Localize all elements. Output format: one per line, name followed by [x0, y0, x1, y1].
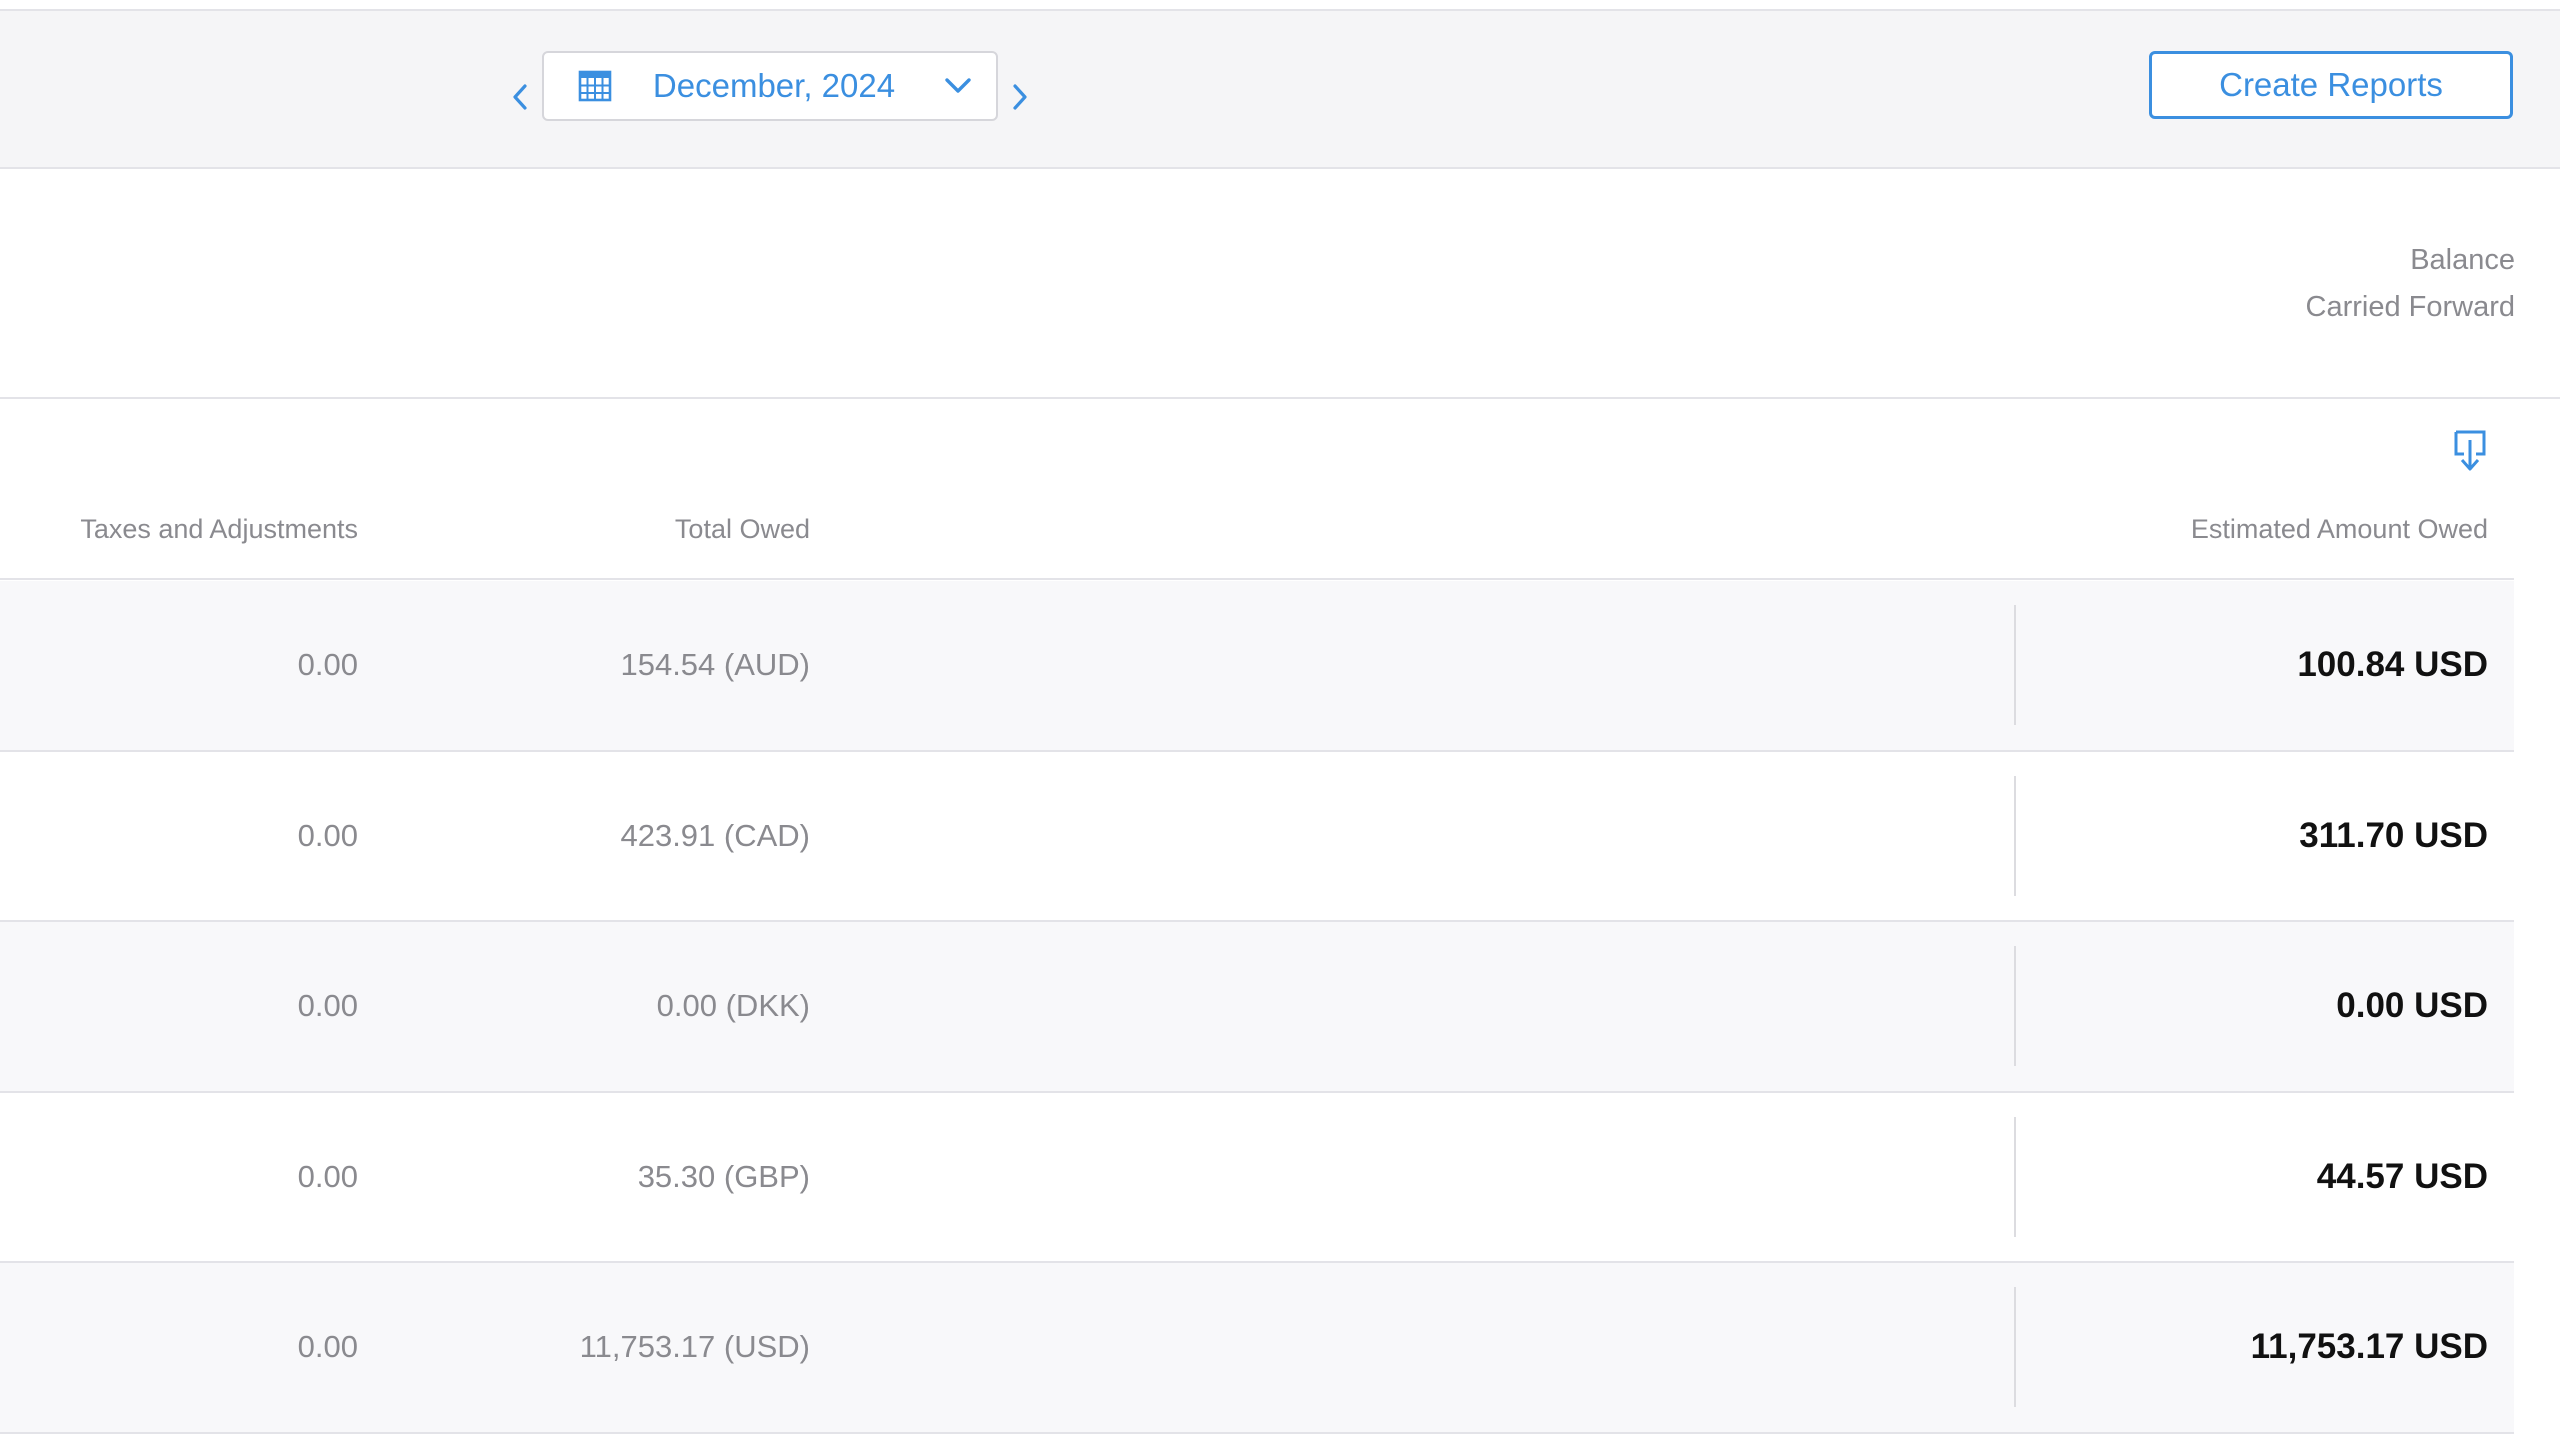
chevron-left-icon: [513, 84, 527, 110]
table-row: 0.00 423.91 (CAD) 311.70 USD: [0, 751, 2514, 922]
total-owed-cell: 423.91 (CAD): [620, 817, 810, 853]
column-header-total-owed: Total Owed: [674, 514, 810, 544]
selected-month-label: December, 2024: [652, 67, 896, 104]
estimated-amount-cell: 44.57 USD: [2316, 1156, 2488, 1196]
estimated-amount-cell: 311.70 USD: [2299, 815, 2488, 855]
previous-month-button[interactable]: [504, 67, 536, 127]
estimated-amount-cell: 0.00 USD: [2336, 986, 2488, 1025]
next-month-button[interactable]: [1004, 67, 1036, 127]
taxes-cell: 0.00: [297, 988, 358, 1023]
taxes-cell: 0.00: [297, 1158, 358, 1194]
column-divider: [2014, 775, 2016, 896]
chevron-down-icon: [945, 78, 971, 93]
balance-carried-forward-label: Balance Carried Forward: [2306, 237, 2516, 331]
table-header: Taxes and Adjustments Total Owed Estimat…: [0, 500, 2514, 580]
table-row: 0.00 11,753.17 (USD) 11,753.17 USD: [0, 1263, 2514, 1434]
column-divider: [2014, 946, 2016, 1066]
total-owed-cell: 11,753.17 (USD): [579, 1329, 810, 1364]
calendar-icon: [578, 70, 612, 102]
taxes-cell: 0.00: [297, 647, 358, 682]
estimated-amount-cell: 11,753.17 USD: [2250, 1327, 2488, 1366]
table-body: 0.00 154.54 (AUD) 100.84 USD 0.00 423.91…: [0, 581, 2514, 1434]
column-divider: [2014, 605, 2016, 725]
taxes-cell: 0.00: [297, 1329, 358, 1364]
total-owed-cell: 35.30 (GBP): [637, 1158, 810, 1194]
column-divider: [2014, 1116, 2016, 1237]
top-border: [0, 0, 2560, 11]
column-header-estimated-amount: Estimated Amount Owed: [2190, 514, 2488, 544]
column-header-taxes: Taxes and Adjustments: [80, 514, 358, 544]
estimated-amount-cell: 100.84 USD: [2297, 645, 2488, 684]
table-row: 0.00 0.00 (DKK) 0.00 USD: [0, 922, 2514, 1093]
toolbar: December, 2024 Create Reports: [0, 11, 2560, 169]
balance-label-line1: Balance: [2410, 244, 2515, 276]
table-row: 0.00 154.54 (AUD) 100.84 USD: [0, 581, 2514, 752]
download-icon[interactable]: [2452, 428, 2488, 474]
summary-header: Balance Carried Forward: [0, 171, 2560, 399]
chevron-right-icon: [1013, 84, 1027, 110]
create-reports-button[interactable]: Create Reports: [2149, 51, 2513, 119]
total-owed-cell: 0.00 (DKK): [656, 988, 810, 1023]
column-divider: [2014, 1287, 2016, 1407]
balance-label-line2: Carried Forward: [2305, 291, 2516, 323]
month-picker[interactable]: December, 2024: [542, 51, 998, 121]
table-row: 0.00 35.30 (GBP) 44.57 USD: [0, 1092, 2514, 1263]
total-owed-cell: 154.54 (AUD): [620, 647, 810, 682]
taxes-cell: 0.00: [297, 817, 358, 853]
